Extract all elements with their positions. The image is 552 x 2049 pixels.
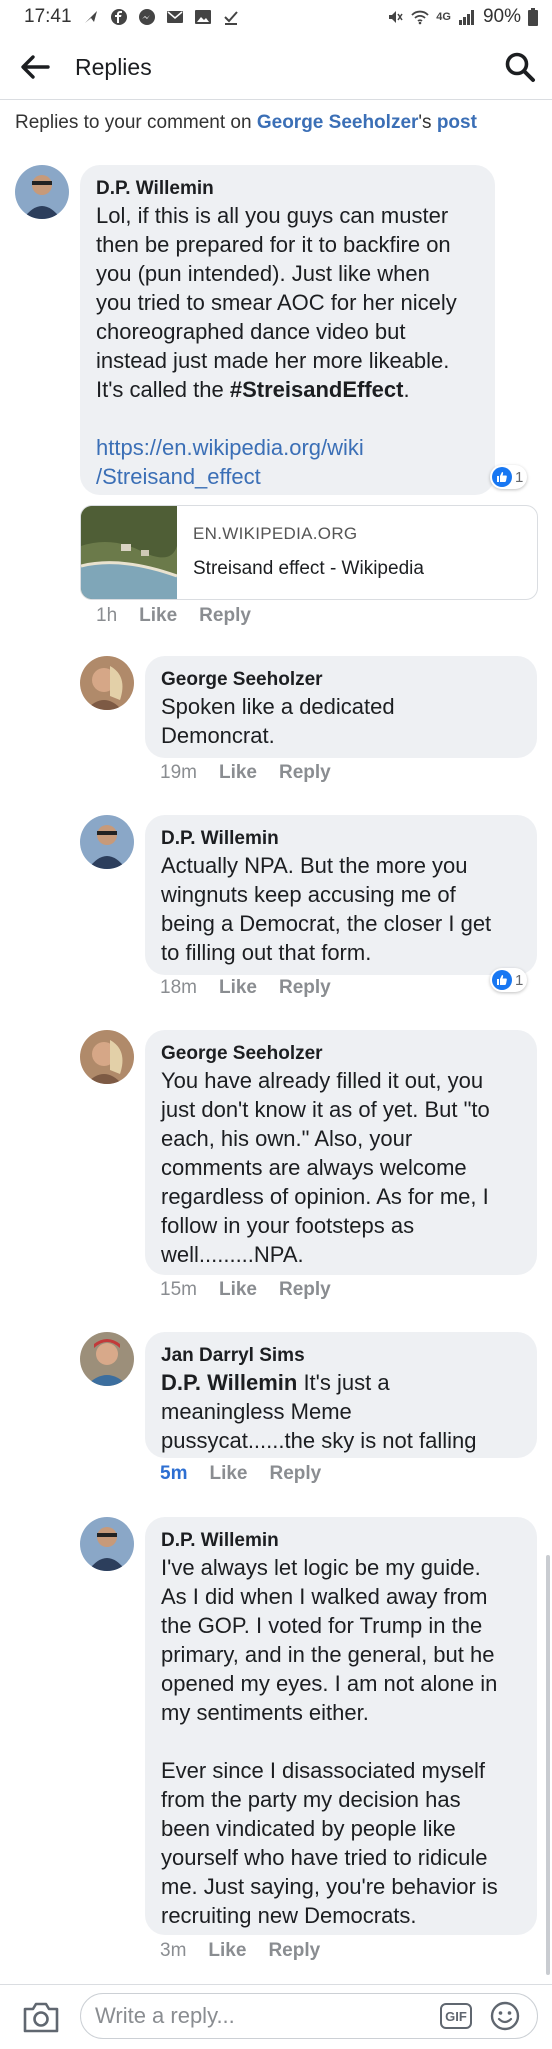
comment-author[interactable]: D.P. Willemin — [96, 177, 479, 201]
avatar[interactable] — [80, 1517, 134, 1571]
network-type: 4G — [436, 11, 451, 23]
reaction-count[interactable]: 1 — [490, 968, 528, 992]
comment-author[interactable]: D.P. Willemin — [161, 1529, 521, 1553]
comment-time: 15m — [160, 1279, 197, 1300]
like-button[interactable]: Like — [219, 977, 257, 999]
comment-meta: 5m Like Reply — [160, 1463, 343, 1485]
comment-time: 1h — [96, 605, 118, 626]
link-domain: EN.WIKIPEDIA.ORG — [193, 524, 358, 543]
like-button[interactable]: Like — [219, 762, 257, 784]
avatar[interactable] — [15, 165, 69, 219]
avatar-photo-willemin — [80, 815, 134, 869]
comment-text: D.P. Willemin It's just a meaningless Me… — [161, 1368, 521, 1455]
comment-text: Lol, if this is all you guys can muster … — [96, 201, 479, 404]
reply-button[interactable]: Reply — [270, 1463, 322, 1485]
comment-author[interactable]: George Seeholzer — [161, 1042, 521, 1066]
signal-icon — [458, 10, 474, 25]
thumbs-up-icon — [492, 970, 512, 990]
comment-body-end: . — [403, 377, 410, 402]
url-link[interactable]: https://en.wikipedia.org/wiki /Streisand… — [96, 433, 479, 491]
messenger-notification-icon — [138, 9, 155, 25]
comment-text: Actually NPA. But the more you wingnuts … — [161, 853, 492, 965]
status-time: 17:41 — [24, 6, 72, 27]
reaction-count[interactable]: 1 — [490, 465, 528, 489]
comment-meta: 18m Like Reply — [160, 977, 353, 999]
comment-bubble: D.P. Willemin I've always let logic be m… — [145, 1517, 537, 1935]
avatar-photo-seeholzer — [80, 656, 134, 710]
comment-body: Lol, if this is all you guys can muster … — [96, 203, 457, 402]
comment-author[interactable]: George Seeholzer — [161, 668, 521, 692]
like-button[interactable]: Like — [219, 1279, 257, 1301]
link-preview-card[interactable]: EN.WIKIPEDIA.ORG Streisand effect - Wiki… — [80, 505, 538, 600]
reply-button[interactable]: Reply — [279, 1279, 331, 1301]
context-possessive: 's — [418, 112, 437, 133]
comment-time: 3m — [160, 1940, 187, 1961]
comment-bubble: D.P. Willemin Actually NPA. But the more… — [145, 815, 537, 975]
gallery-notification-icon — [194, 10, 211, 24]
avatar-photo-sims — [80, 1332, 134, 1386]
app-bar: Replies — [0, 34, 552, 100]
comment-text: You have already filled it out, you just… — [161, 1068, 490, 1267]
gif-button[interactable]: GIF — [440, 2003, 472, 2029]
comment-text: Spoken like a dedicated Demoncrat. — [161, 694, 395, 748]
comment-meta: 19m Like Reply — [160, 762, 353, 784]
comment-meta: 1h Like Reply — [96, 605, 273, 627]
like-button[interactable]: Like — [139, 605, 177, 627]
reply-button[interactable]: Reply — [199, 605, 251, 627]
comment-author[interactable]: D.P. Willemin — [161, 827, 521, 851]
reply-button[interactable]: Reply — [279, 977, 331, 999]
comment-text: I've always let logic be my guide. As I … — [161, 1555, 498, 1928]
reaction-number: 1 — [515, 468, 524, 486]
avatar-photo-seeholzer — [80, 1030, 134, 1084]
avatar-photo-willemin — [15, 165, 69, 219]
battery-icon — [528, 8, 538, 26]
status-left: 17:41 — [24, 6, 240, 28]
back-arrow-icon[interactable] — [20, 54, 50, 80]
status-right: 4G 90% — [386, 6, 538, 28]
like-button[interactable]: Like — [208, 1940, 246, 1962]
post-link[interactable]: post — [437, 112, 477, 133]
avatar[interactable] — [80, 1030, 134, 1084]
camera-icon[interactable] — [22, 1999, 60, 2035]
mention-link[interactable]: D.P. Willemin — [161, 1370, 297, 1395]
thumbs-up-icon — [492, 467, 512, 487]
reply-button[interactable]: Reply — [268, 1940, 320, 1962]
facebook-notification-icon — [110, 9, 127, 25]
comment-bubble: D.P. Willemin Lol, if this is all you gu… — [80, 165, 495, 495]
search-icon[interactable] — [504, 51, 536, 83]
avatar[interactable] — [80, 1332, 134, 1386]
comment-meta: 3m Like Reply — [160, 1940, 342, 1962]
link-thumbnail-image — [81, 506, 177, 599]
comment-bubble: George Seeholzer You have already filled… — [145, 1030, 537, 1275]
mute-icon — [389, 11, 403, 23]
status-bar: 17:41 4G 90% — [0, 0, 552, 34]
emoji-icon[interactable] — [490, 2001, 520, 2031]
comment-author[interactable]: Jan Darryl Sims — [161, 1344, 521, 1368]
link-title: Streisand effect - Wikipedia — [193, 558, 424, 579]
reply-composer: GIF — [0, 1984, 552, 2049]
comment-meta: 15m Like Reply — [160, 1279, 353, 1301]
avatar[interactable] — [80, 815, 134, 869]
comment-bubble: George Seeholzer Spoken like a dedicated… — [145, 656, 537, 758]
comment-time: 18m — [160, 977, 197, 998]
download-done-icon — [223, 11, 238, 25]
original-poster-link[interactable]: George Seeholzer — [257, 112, 419, 133]
wifi-icon — [411, 10, 429, 25]
reaction-number: 1 — [515, 971, 524, 989]
scrollbar[interactable] — [546, 1555, 550, 1975]
like-button[interactable]: Like — [209, 1463, 247, 1485]
reply-button[interactable]: Reply — [279, 762, 331, 784]
gmail-notification-icon — [166, 11, 183, 23]
comment-time: 19m — [160, 762, 197, 783]
replies-context: Replies to your comment on George Seehol… — [15, 112, 477, 134]
battery-percent: 90% — [482, 6, 521, 27]
page-title: Replies — [75, 54, 152, 80]
comment-time: 5m — [160, 1463, 188, 1484]
avatar-photo-willemin — [80, 1517, 134, 1571]
context-prefix: Replies to your comment on — [15, 112, 257, 133]
location-arrow-icon — [84, 11, 97, 23]
avatar[interactable] — [80, 656, 134, 710]
hashtag-link[interactable]: #StreisandEffect — [230, 377, 404, 402]
comment-bubble: Jan Darryl Sims D.P. Willemin It's just … — [145, 1332, 537, 1458]
